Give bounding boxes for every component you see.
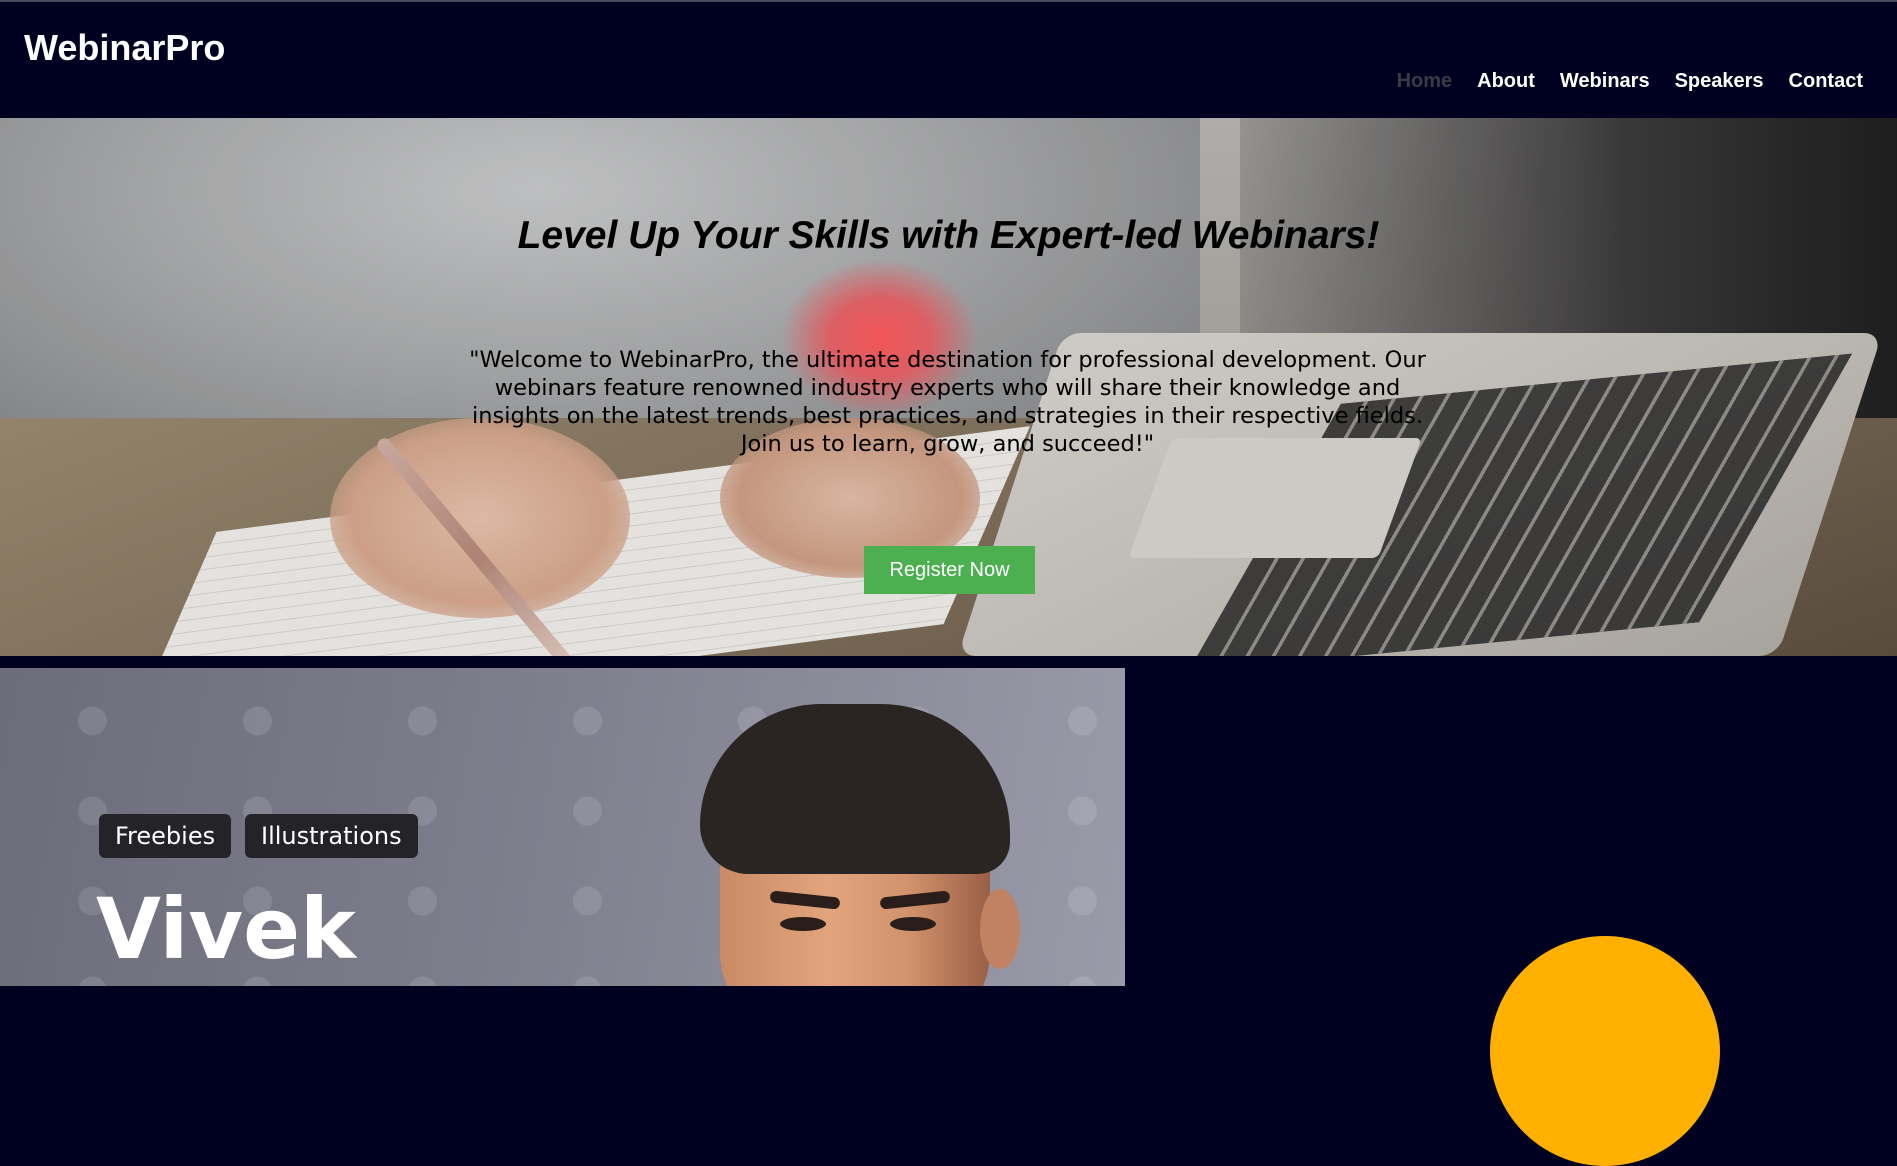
main-nav: Home About Webinars Speakers Contact <box>1372 70 1863 93</box>
speaker-portrait <box>680 704 1030 986</box>
speaker-name: Vivek <box>96 880 356 978</box>
register-now-button[interactable]: Register Now <box>864 546 1035 594</box>
nav-speakers[interactable]: Speakers <box>1675 70 1764 93</box>
site-logo[interactable]: WebinarPro <box>24 27 225 69</box>
portrait-ear <box>980 889 1020 969</box>
nav-home[interactable]: Home <box>1397 70 1453 93</box>
yellow-circle-decoration <box>1490 936 1720 1166</box>
nav-webinars[interactable]: Webinars <box>1560 70 1650 93</box>
portrait-left-eye <box>780 917 826 931</box>
nav-contact[interactable]: Contact <box>1789 70 1863 93</box>
tag-illustrations: Illustrations <box>245 814 418 858</box>
site-header: WebinarPro Home About Webinars Speakers … <box>0 2 1897 118</box>
tag-freebies: Freebies <box>99 814 232 858</box>
hero-title: Level Up Your Skills with Expert-led Web… <box>517 214 1380 257</box>
portrait-hair <box>700 704 1010 874</box>
hero-section: Level Up Your Skills with Expert-led Web… <box>0 118 1897 656</box>
speakers-section: Freebies Illustrations Vivek <box>0 656 1897 1166</box>
speaker-banner-image: Freebies Illustrations Vivek <box>0 668 1125 986</box>
portrait-right-eye <box>890 917 936 931</box>
nav-about[interactable]: About <box>1477 70 1535 93</box>
hero-description: "Welcome to WebinarPro, the ultimate des… <box>469 347 1426 457</box>
